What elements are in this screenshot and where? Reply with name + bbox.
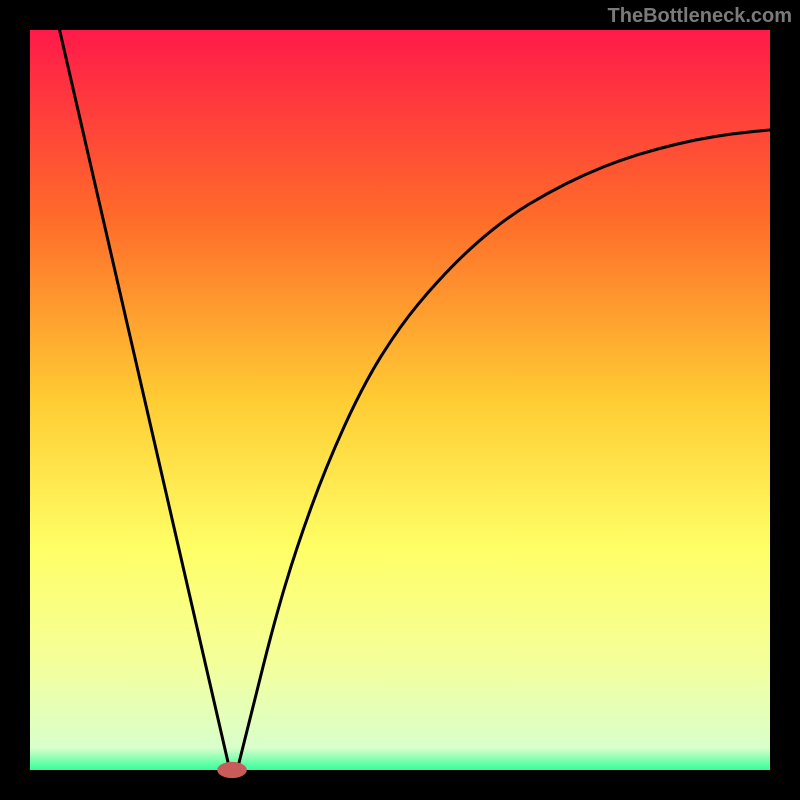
bottleneck-chart: TheBottleneck.com (0, 0, 800, 800)
plot-area (30, 30, 770, 770)
attribution-label: TheBottleneck.com (608, 5, 792, 27)
minimum-marker (217, 762, 247, 778)
